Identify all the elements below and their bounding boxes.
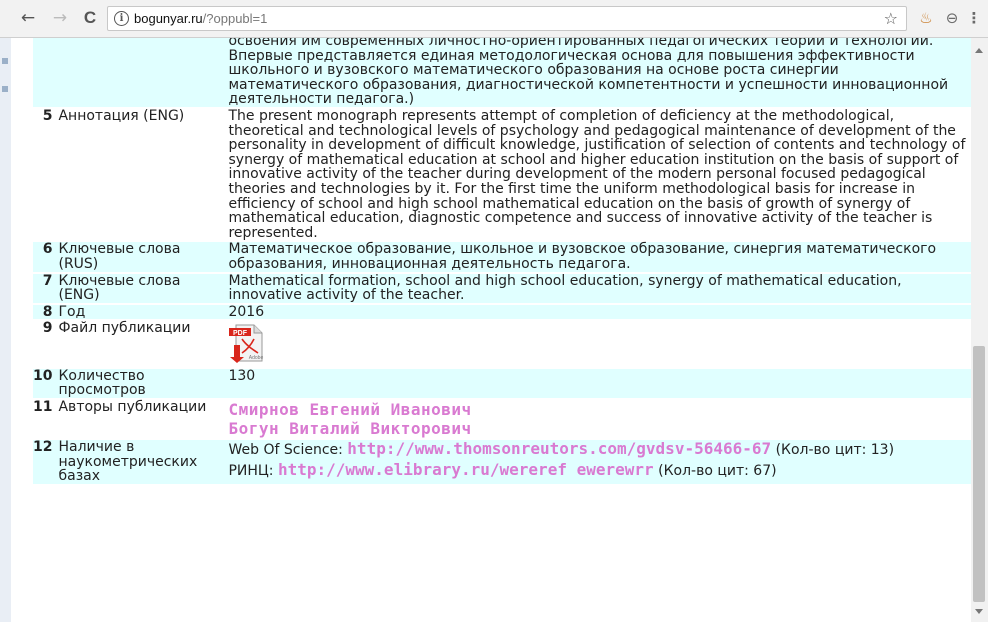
- svg-text:Adobe: Adobe: [249, 355, 264, 361]
- keywords-rus: Математическое образование, школьное и в…: [224, 242, 971, 272]
- publication-details: освоения им современных личностно-ориент…: [33, 38, 971, 622]
- year-value: 2016: [224, 305, 971, 320]
- row-number: 9: [42, 320, 53, 337]
- row-label: Ключевые слова (ENG): [56, 273, 225, 303]
- pdf-file-icon[interactable]: PDF Adobe: [228, 323, 270, 364]
- wos-link[interactable]: http://www.thomsonreutors.com/gvdsv-5646…: [347, 439, 771, 458]
- row-label: Год: [56, 305, 225, 320]
- wos-label: Web Of Science:: [228, 442, 343, 459]
- keywords-eng: Mathematical formation, school and high …: [224, 273, 971, 303]
- row-label: Количество просмотров: [56, 369, 225, 399]
- row-label: Авторы публикации: [58, 399, 207, 416]
- rinc-label: РИНЦ:: [228, 463, 274, 480]
- row-number: 5: [42, 107, 53, 124]
- row-label: [56, 38, 225, 107]
- row-number: [33, 38, 57, 107]
- background-window-strip: [0, 38, 11, 622]
- row-label: Файл публикации: [58, 320, 191, 337]
- row-label: Ключевые слова (RUS): [56, 242, 225, 272]
- menu-icon[interactable]: ⋮: [966, 10, 982, 26]
- scrollbar-thumb[interactable]: [973, 346, 985, 602]
- table-row: 8 Год 2016: [33, 305, 971, 320]
- table-row: освоения им современных личностно-ориент…: [33, 38, 971, 107]
- row-number: 12: [33, 440, 57, 484]
- author-link[interactable]: Богун Виталий Викторович: [228, 419, 967, 438]
- rinc-link[interactable]: http://www.elibrary.ru/wereref ewerewrr: [278, 460, 654, 479]
- scroll-down-arrow-icon[interactable]: [975, 609, 983, 614]
- annotation-rus-tail: освоения им современных личностно-ориент…: [224, 38, 971, 107]
- author-link[interactable]: Смирнов Евгений Иванович: [228, 400, 967, 419]
- account-icon[interactable]: ⊖: [944, 10, 960, 26]
- rinc-citations: (Кол-во цит: 67): [658, 463, 777, 480]
- info-icon[interactable]: i: [114, 11, 129, 26]
- row-label: Аннотация (ENG): [58, 107, 185, 124]
- browser-toolbar: ← → C i bogunyar.ru/?oppubl=1 ☆ ♨ ⊖ ⋮: [0, 0, 988, 38]
- reload-button[interactable]: C: [80, 8, 100, 28]
- row-number: 7: [33, 273, 57, 303]
- row-number: 8: [33, 305, 57, 320]
- wos-citations: (Кол-во цит: 13): [775, 442, 895, 459]
- scroll-up-arrow-icon[interactable]: [975, 48, 983, 53]
- table-row: 12 Наличие в наукометрических базах Web …: [33, 440, 971, 484]
- table-row: 9 Файл публикации PDF Adobe: [33, 321, 971, 367]
- row-number: 11: [33, 399, 53, 416]
- page-viewport: освоения им современных личностно-ориент…: [11, 38, 971, 622]
- publication-table: освоения им современных личностно-ориент…: [33, 38, 971, 486]
- address-bar[interactable]: i bogunyar.ru/?oppubl=1 ☆: [107, 6, 907, 31]
- table-row: 5 Аннотация (ENG) The present monograph …: [33, 109, 971, 240]
- table-row: 6 Ключевые слова (RUS) Математическое об…: [33, 242, 971, 272]
- table-row: 11 Авторы публикации Смирнов Евгений Ива…: [33, 400, 971, 438]
- row-label: Наличие в наукометрических базах: [56, 440, 225, 484]
- row-number: 6: [33, 242, 57, 272]
- url-text[interactable]: bogunyar.ru/?oppubl=1: [134, 10, 267, 27]
- table-row: 10 Количество просмотров 130: [33, 369, 971, 399]
- svg-text:PDF: PDF: [233, 330, 248, 337]
- extension-icon[interactable]: ♨: [918, 10, 934, 26]
- forward-button[interactable]: →: [50, 8, 70, 28]
- back-button[interactable]: ←: [18, 8, 38, 28]
- row-number: 10: [33, 369, 57, 399]
- bookmark-star-icon[interactable]: ☆: [884, 9, 898, 28]
- table-row: 7 Ключевые слова (ENG) Mathematical form…: [33, 273, 971, 303]
- views-count: 130: [224, 369, 971, 399]
- annotation-eng: The present monograph represents attempt…: [228, 107, 966, 241]
